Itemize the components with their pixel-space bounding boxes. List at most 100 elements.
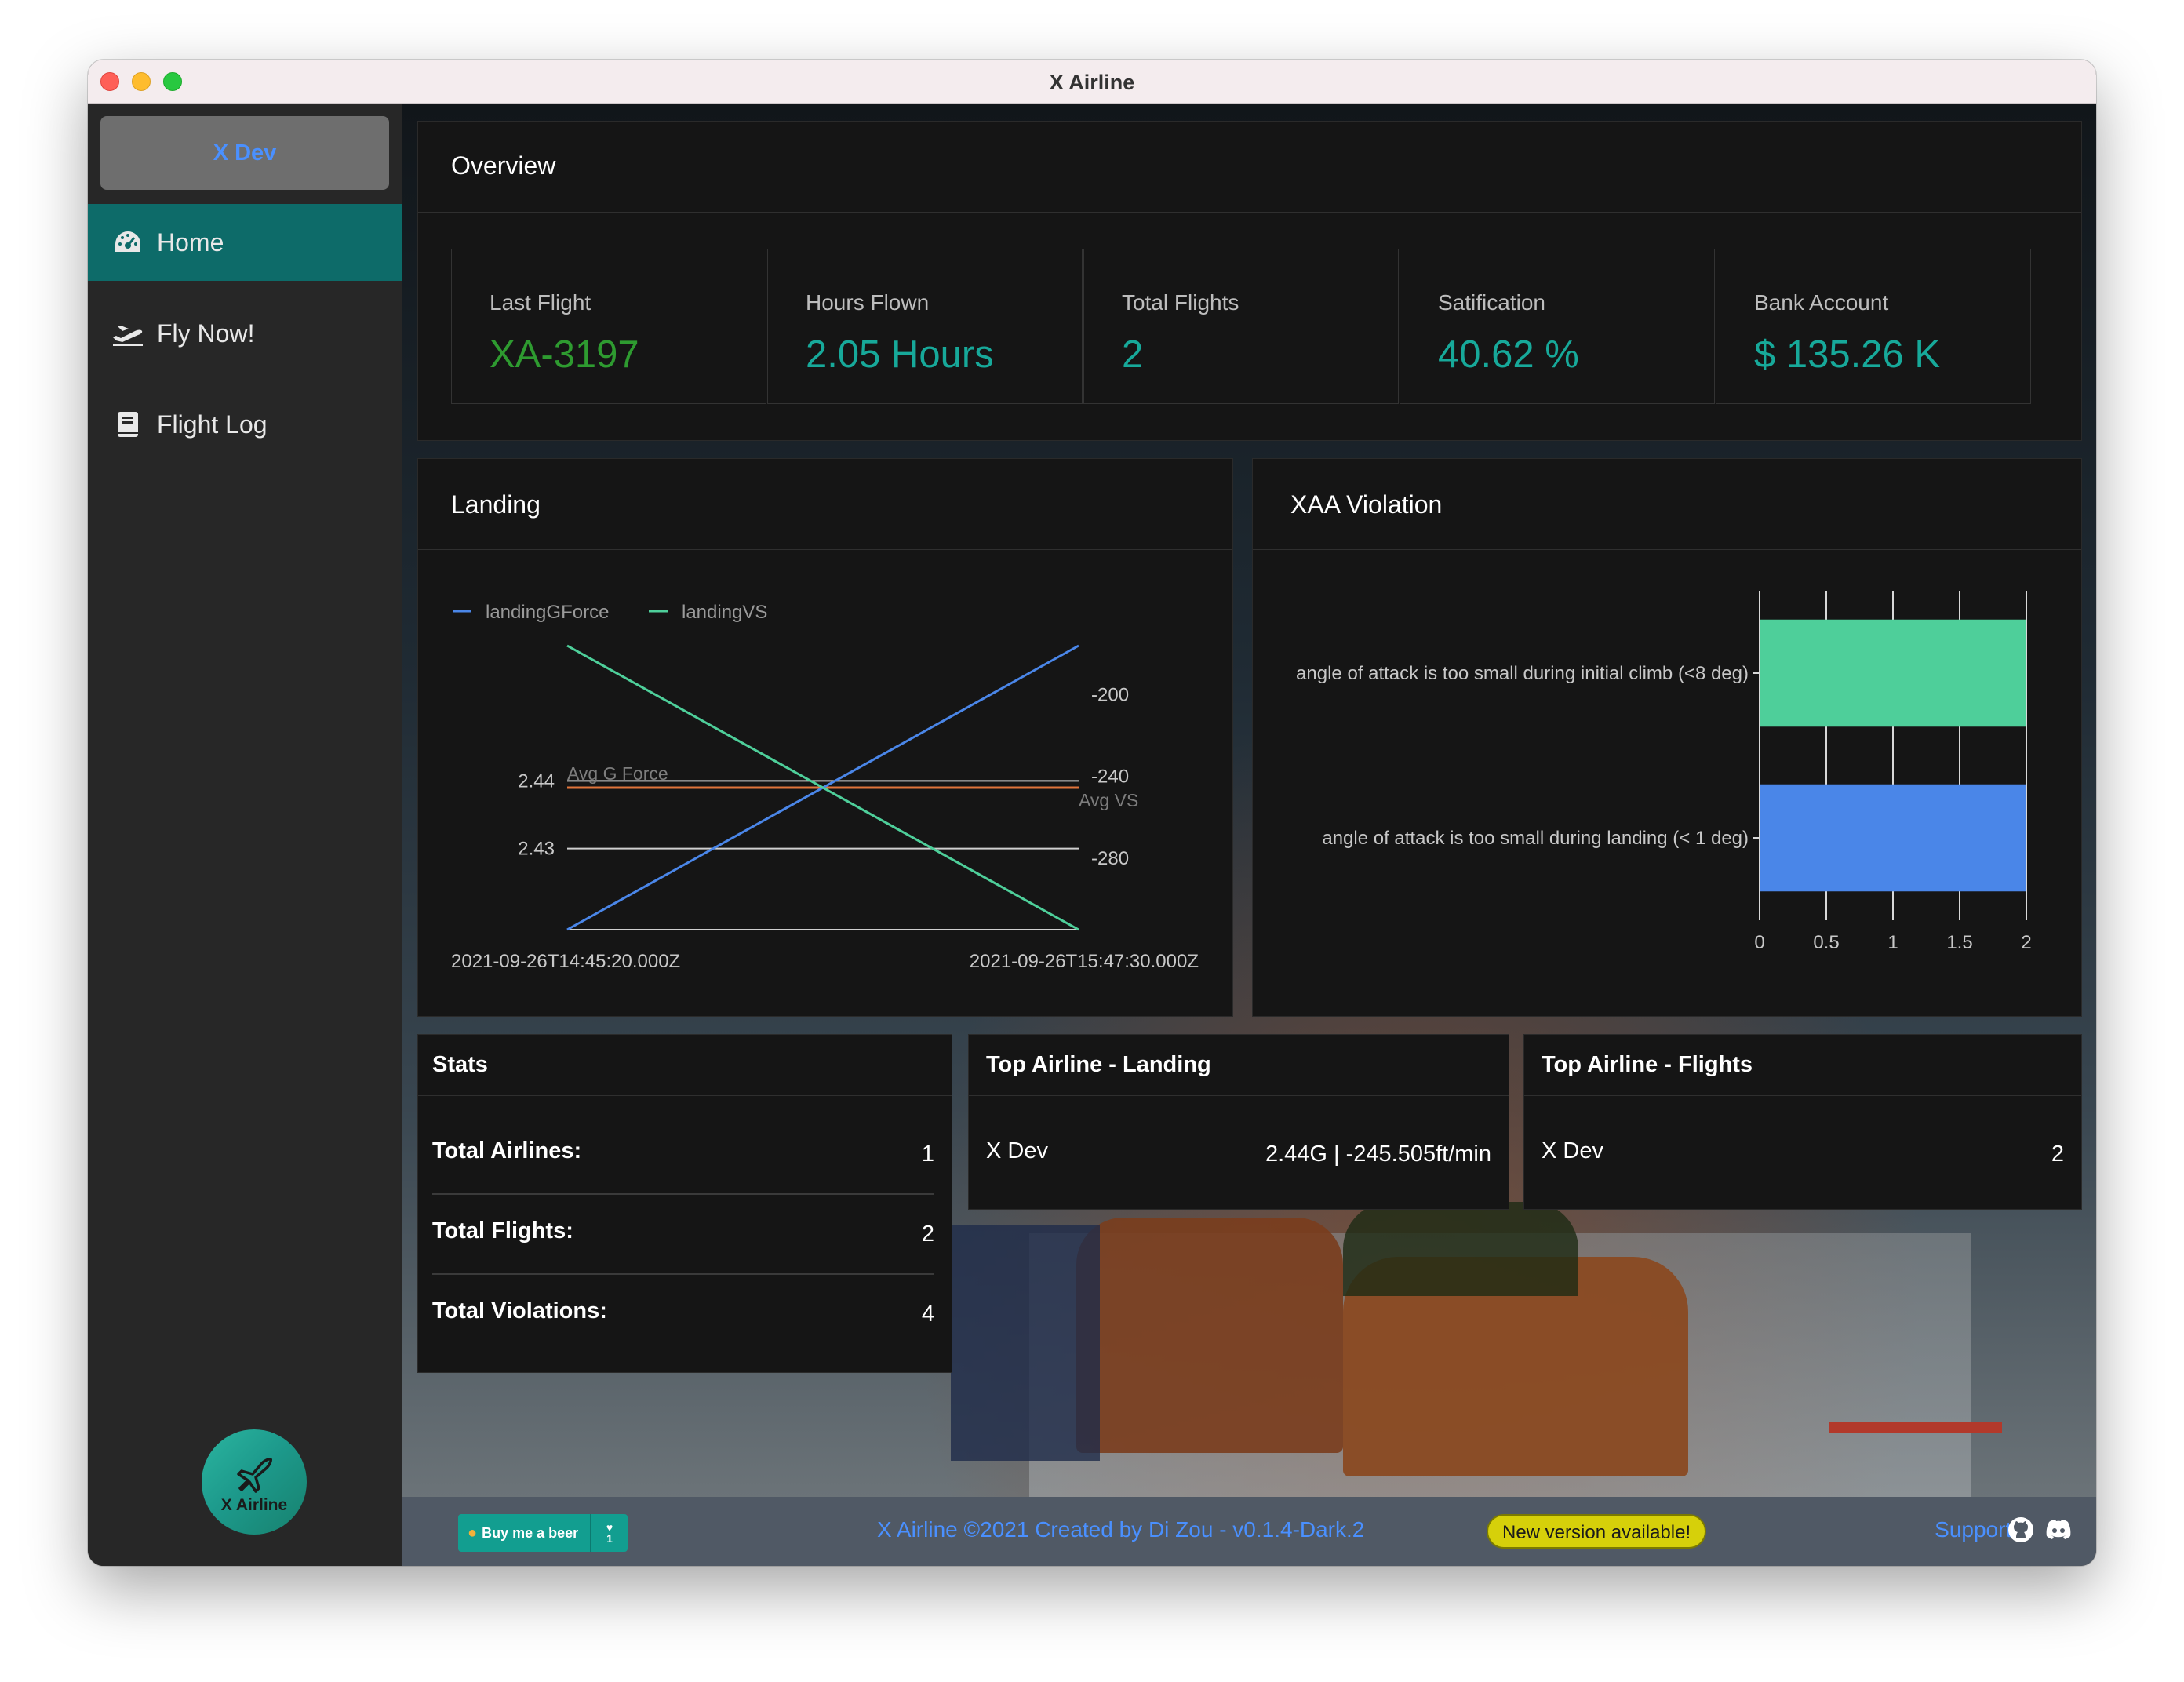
discord-icon[interactable] <box>2043 1516 2074 1544</box>
title-bar: X Airline <box>88 60 2096 104</box>
landing-title: Landing <box>451 490 541 519</box>
buy-me-a-beer-count: 1 <box>606 1532 613 1545</box>
avg-vs-label: Avg VS <box>1079 790 1138 810</box>
app-window: X Airline X Dev Home Fly Now! Flight Log… <box>88 60 2096 1566</box>
stat-last-flight: Last Flight XA-3197 <box>451 249 766 404</box>
top-airline-flights-card: Top Airline - Flights X Dev 2 <box>1523 1034 2082 1210</box>
stats-row-value: 2 <box>921 1221 934 1247</box>
top-landing-header: Top Airline - Landing <box>969 1035 1509 1096</box>
y-left-tick-label: 2.44 <box>518 770 555 792</box>
violation-bar-chart: angle of attack is too small during init… <box>1296 591 2032 953</box>
x-tick-label: 0.5 <box>1813 932 1839 953</box>
stat-satisfaction: Satification 40.62 % <box>1400 249 1715 404</box>
violation-bar <box>1760 784 2026 892</box>
overview-header: Overview <box>418 122 2081 213</box>
x-tick-label: 2021-09-26T14:45:20.000Z <box>451 951 680 972</box>
stats-row-label: Total Flights: <box>432 1218 573 1243</box>
stats-title: Stats <box>432 1052 488 1077</box>
legend-landing-g-force[interactable]: landingGForce <box>486 602 609 623</box>
x-tick-label: 2021-09-26T15:47:30.000Z <box>970 951 1199 972</box>
top-flights-header: Top Airline - Flights <box>1524 1035 2081 1096</box>
top-flights-airline-name: X Dev <box>1542 1138 1603 1163</box>
logo-text: X Airline <box>220 1496 288 1514</box>
x-tick-label: 0 <box>1754 932 1764 953</box>
overview-title: Overview <box>451 151 556 180</box>
stats-row-label: Total Violations: <box>432 1298 607 1323</box>
stat-label: Total Flights <box>1122 290 1239 315</box>
stat-total-flights: Total Flights 2 <box>1083 249 1399 404</box>
main-content: Overview Last Flight XA-3197 Hours Flown… <box>402 104 2096 1497</box>
y-category-label: angle of attack is too small during land… <box>1322 828 1749 849</box>
y-right-tick-label: -200 <box>1091 685 1129 706</box>
buy-me-a-beer-button[interactable]: ● Buy me a beer ♥ 1 <box>458 1514 628 1552</box>
stat-value: 2.05 Hours <box>806 333 994 376</box>
app-logo: X Airline <box>202 1429 307 1535</box>
stat-hours-flown: Hours Flown 2.05 Hours <box>767 249 1083 404</box>
top-landing-title: Top Airline - Landing <box>986 1052 1211 1077</box>
stat-value: $ 135.26 K <box>1754 333 1941 376</box>
stat-label: Satification <box>1438 290 1545 315</box>
footer: ● Buy me a beer ♥ 1 X Airline ©2021 Crea… <box>402 1497 2096 1566</box>
stat-value: XA-3197 <box>490 333 639 376</box>
y-category-label: angle of attack is too small during init… <box>1296 663 1749 684</box>
stats-row-value: 4 <box>921 1302 934 1327</box>
legend-landing-vs[interactable]: landingVS <box>682 602 767 623</box>
airplane-logo-icon <box>237 1458 272 1493</box>
top-flights-title: Top Airline - Flights <box>1542 1052 1753 1077</box>
stats-row-label: Total Airlines: <box>432 1138 582 1163</box>
sidebar-item-label: Flight Log <box>157 410 268 439</box>
heart-icon: ♥ <box>606 1521 613 1534</box>
window-title: X Airline <box>1049 71 1135 94</box>
landing-line-chart: landingGForce landingVS Avg G Force Avg V… <box>451 602 1199 972</box>
overview-card: Overview Last Flight XA-3197 Hours Flown… <box>417 121 2082 441</box>
sidebar-item-label: Home <box>157 228 224 257</box>
buy-me-a-beer-label: Buy me a beer <box>482 1524 579 1541</box>
violation-header: XAA Violation <box>1253 459 2081 550</box>
sidebar-item-fly-now[interactable]: Fly Now! <box>88 295 402 372</box>
sidebar-item-home[interactable]: Home <box>88 204 402 281</box>
stats-row-value: 1 <box>921 1141 934 1167</box>
stats-divider <box>432 1273 934 1275</box>
beer-icon: ● <box>468 1524 478 1542</box>
top-landing-airline-name: X Dev <box>986 1138 1048 1163</box>
x-tick-label: 1 <box>1887 932 1898 953</box>
baggage-cart-decoration <box>1076 1218 1343 1453</box>
violation-bar <box>1760 619 2026 727</box>
footer-credit: X Airline ©2021 Created by Di Zou - v0.1… <box>877 1517 1365 1542</box>
y-right-tick-label: -280 <box>1091 848 1129 869</box>
stat-label: Hours Flown <box>806 290 930 315</box>
stat-label: Last Flight <box>490 290 592 315</box>
sidebar: X Dev Home Fly Now! Flight Log X Airline <box>88 104 402 1566</box>
top-airline-landing-card: Top Airline - Landing X Dev 2.44G | -245… <box>968 1034 1509 1210</box>
stat-bank-account: Bank Account $ 135.26 K <box>1716 249 2031 404</box>
landing-header: Landing <box>418 459 1232 550</box>
tug-vehicle-decoration <box>951 1225 1100 1461</box>
stat-value: 40.62 % <box>1438 333 1579 376</box>
stats-card: Stats Total Airlines: 1 Total Flights: 2… <box>417 1034 952 1373</box>
dashboard-icon <box>111 226 144 259</box>
x-tick-label: 1.5 <box>1946 932 1972 953</box>
sidebar-item-flight-log[interactable]: Flight Log <box>88 386 402 463</box>
support-icons <box>2007 1516 2074 1544</box>
avg-g-force-label: Avg G Force <box>567 763 668 784</box>
x-tick-label: 2 <box>2021 932 2031 953</box>
baggage-cart-cover-decoration <box>1343 1202 1578 1296</box>
top-landing-value: 2.44G | -245.505ft/min <box>1265 1141 1491 1167</box>
stat-value: 2 <box>1122 333 1144 376</box>
stats-header: Stats <box>418 1035 952 1096</box>
y-left-tick-label: 2.43 <box>518 839 555 860</box>
top-flights-value: 2 <box>2051 1141 2064 1167</box>
book-icon <box>111 408 144 441</box>
stat-label: Bank Account <box>1754 290 1889 315</box>
plane-departure-icon <box>111 317 144 350</box>
profile-button[interactable]: X Dev <box>100 116 389 190</box>
github-icon[interactable] <box>2007 1516 2035 1544</box>
ground-marking-decoration <box>1829 1422 2002 1433</box>
sidebar-item-label: Fly Now! <box>157 319 255 348</box>
support-label: Support: <box>1935 1517 2018 1542</box>
new-version-badge[interactable]: New version available! <box>1487 1514 1707 1549</box>
landing-card: Landing landingGForce landingVS Avg G Fo… <box>417 458 1233 1017</box>
violation-title: XAA Violation <box>1290 490 1443 519</box>
y-right-tick-label: -240 <box>1091 766 1129 788</box>
violation-card: XAA Violation angle of attack is too sma… <box>1252 458 2082 1017</box>
